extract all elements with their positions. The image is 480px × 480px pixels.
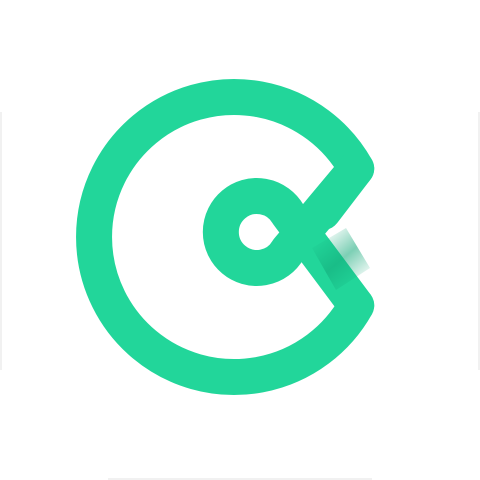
app-icon-canvas [0, 0, 480, 480]
app-logo-icon [76, 79, 375, 395]
